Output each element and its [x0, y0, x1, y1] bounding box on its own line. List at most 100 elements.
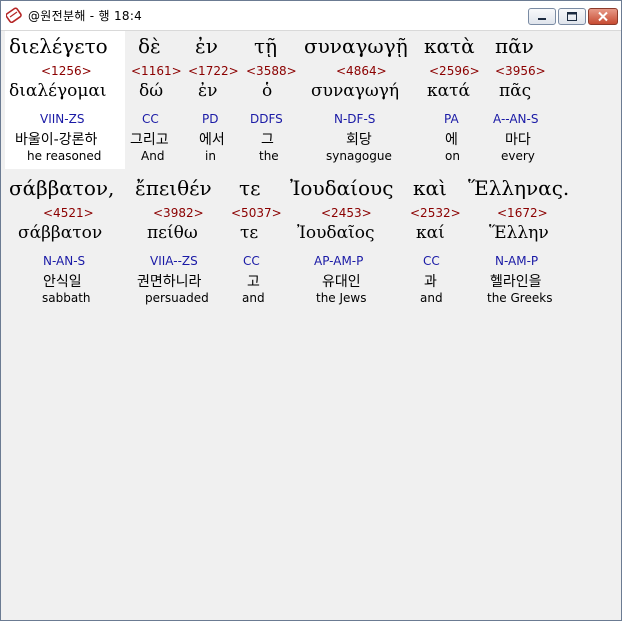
strong-number: <2453> [321, 206, 372, 220]
morph-code: N-DF-S [334, 112, 376, 126]
morph-code: CC [243, 254, 260, 268]
greek-word: κατὰ [424, 34, 475, 58]
word-cell[interactable]: ἔπειθέν <3982> πείθω VIIA--ZS 권면하니라 pers… [129, 173, 229, 311]
korean-gloss: 안식일 [43, 274, 82, 290]
english-gloss: And [141, 149, 165, 163]
morph-code: PA [444, 112, 459, 126]
english-gloss: the [259, 149, 279, 163]
english-gloss: every [501, 149, 535, 163]
lemma: ἐν [198, 81, 218, 101]
korean-gloss: 에서 [199, 132, 225, 148]
greek-word: διελέγετο [9, 34, 108, 58]
greek-word: καὶ [413, 176, 447, 200]
morph-code: VIIA--ZS [150, 254, 198, 268]
close-icon [598, 11, 608, 22]
korean-gloss: 그 [261, 132, 274, 148]
strong-number: <2532> [410, 206, 461, 220]
english-gloss: synagogue [326, 149, 392, 163]
word-cell[interactable]: διελέγετο <1256> διαλέγομαι VIIN-ZS 바울이-… [5, 31, 125, 169]
lemma: τε [240, 223, 259, 243]
korean-gloss: 헬라인을 [490, 274, 542, 290]
strong-number: <2596> [429, 64, 480, 78]
lemma: καί [416, 223, 445, 243]
lemma: κατά [427, 81, 470, 101]
strong-number: <3956> [495, 64, 546, 78]
lemma: πᾶς [499, 81, 532, 101]
english-gloss: in [205, 149, 216, 163]
lemma: δώ [139, 81, 164, 101]
word-cell[interactable]: κατὰ <2596> κατά PA 에 on [421, 31, 485, 169]
english-gloss: and [242, 291, 265, 305]
lemma: Ἰουδαῖος [297, 223, 375, 243]
lemma: Ἕλλην [489, 223, 549, 243]
morph-code: AP-AM-P [314, 254, 364, 268]
morph-code: PD [202, 112, 219, 126]
maximize-button[interactable] [558, 8, 586, 25]
morph-code: A--AN-S [493, 112, 539, 126]
english-gloss: sabbath [42, 291, 91, 305]
korean-gloss: 그리고 [130, 132, 169, 148]
korean-gloss: 권면하니라 [137, 274, 202, 290]
interlinear-panel[interactable]: διελέγετο <1256> διαλέγομαι VIIN-ZS 바울이-… [5, 31, 619, 616]
english-gloss: the Jews [316, 291, 367, 305]
morph-code: N-AN-S [43, 254, 86, 268]
english-gloss: persuaded [145, 291, 209, 305]
korean-gloss: 고 [247, 274, 260, 290]
title-bar[interactable]: @원전분해 - 행 18:4 [1, 1, 621, 31]
strong-number: <3982> [153, 206, 204, 220]
english-gloss: on [445, 149, 460, 163]
strong-number: <3588> [246, 64, 297, 78]
english-gloss: and [420, 291, 443, 305]
lemma: διαλέγομαι [9, 81, 107, 101]
korean-gloss: 에 [445, 132, 458, 148]
greek-word: τε [239, 176, 261, 200]
greek-word: πᾶν [495, 34, 534, 58]
word-cell[interactable]: Ἰουδαίους <2453> Ἰουδαῖος AP-AM-P 유대인 th… [289, 173, 409, 311]
close-button[interactable] [588, 8, 618, 25]
app-icon[interactable] [5, 7, 22, 24]
greek-word: ἐν [195, 34, 218, 58]
strong-number: <1722> [188, 64, 239, 78]
morph-code: CC [142, 112, 159, 126]
lemma: σάββατον [18, 223, 103, 243]
greek-word: ἔπειθέν [135, 176, 212, 200]
word-cell[interactable]: σάββατον, <4521> σάββατον N-AN-S 안식일 sab… [5, 173, 125, 311]
greek-word: Ἰουδαίους [290, 176, 394, 200]
word-cell[interactable]: συναγωγῇ <4864> συναγωγή N-DF-S 회당 synag… [303, 31, 413, 169]
window-title: @원전분해 - 행 18:4 [28, 9, 143, 23]
main-window: @원전분해 - 행 18:4 διελέγετο <1256> διαλέγομ… [0, 0, 622, 621]
strong-number: <4521> [43, 206, 94, 220]
word-cell[interactable]: δὲ <1161> δώ CC 그리고 And [129, 31, 183, 169]
korean-gloss: 바울이-강론하 [15, 132, 98, 148]
strong-number: <5037> [231, 206, 282, 220]
strong-number: <1256> [41, 64, 92, 78]
strong-number: <4864> [336, 64, 387, 78]
strong-number: <1672> [497, 206, 548, 220]
greek-word: Ἕλληνας. [468, 176, 570, 200]
word-cell[interactable]: τε <5037> τε CC 고 and [231, 173, 282, 311]
word-cell[interactable]: καὶ <2532> καί CC 과 and [405, 173, 461, 311]
morph-code: CC [423, 254, 440, 268]
lemma: ὁ [262, 81, 273, 101]
morph-code: N-AM-P [495, 254, 539, 268]
word-cell[interactable]: ἐν <1722> ἐν PD 에서 in [187, 31, 239, 169]
maximize-icon [567, 12, 577, 21]
korean-gloss: 회당 [346, 132, 372, 148]
lemma: συναγωγή [311, 81, 400, 101]
korean-gloss: 마다 [505, 132, 531, 148]
strong-number: <1161> [131, 64, 182, 78]
english-gloss: the Greeks [487, 291, 553, 305]
word-cell[interactable]: πᾶν <3956> πᾶς A--AN-S 마다 every [491, 31, 547, 169]
minimize-icon [538, 18, 546, 20]
morph-code: DDFS [250, 112, 283, 126]
minimize-button[interactable] [528, 8, 556, 25]
greek-word: συναγωγῇ [304, 34, 408, 58]
greek-word: τῇ [254, 34, 278, 58]
lemma: πείθω [147, 223, 198, 243]
greek-word: δὲ [138, 34, 161, 58]
morph-code: VIIN-ZS [40, 112, 85, 126]
word-cell[interactable]: Ἕλληνας. <1672> Ἕλλην N-AM-P 헬라인을 the Gr… [465, 173, 575, 311]
korean-gloss: 과 [424, 274, 437, 290]
word-cell[interactable]: τῇ <3588> ὁ DDFS 그 the [245, 31, 297, 169]
english-gloss: he reasoned [27, 149, 102, 163]
